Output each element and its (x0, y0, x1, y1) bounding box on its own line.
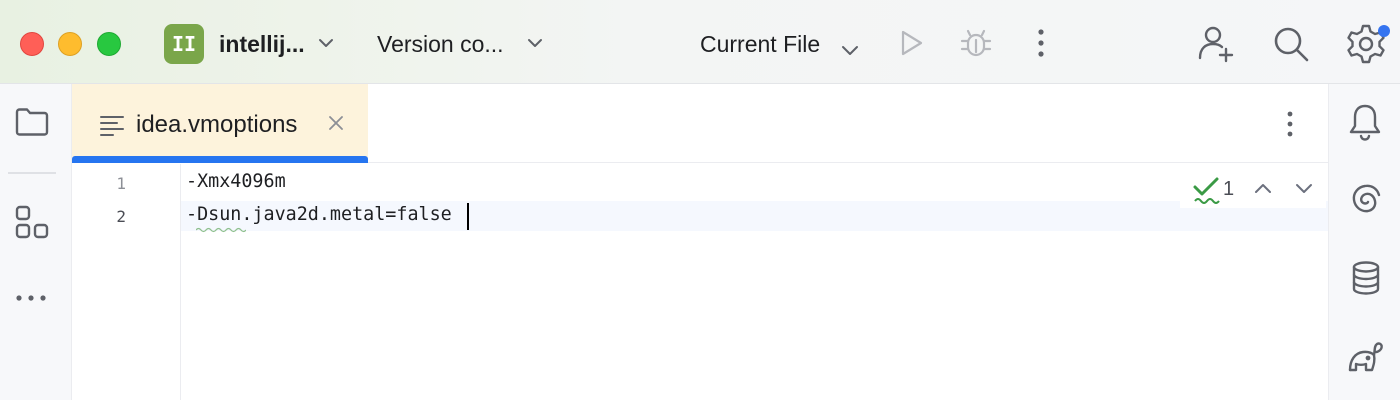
vcs-widget-label[interactable]: Version co... (377, 31, 504, 58)
folder-icon[interactable] (14, 106, 50, 138)
more-horizontal-icon[interactable] (14, 292, 50, 304)
minimize-window-button[interactable] (58, 32, 82, 56)
tab-label: idea.vmoptions (136, 111, 298, 138)
project-name[interactable]: intellij... (219, 31, 305, 58)
more-vertical-icon[interactable] (1033, 28, 1049, 60)
text-file-icon (100, 116, 124, 136)
chevron-up-icon[interactable] (1254, 182, 1272, 194)
settings-icon[interactable] (1346, 22, 1392, 66)
editor-tab-idea-vmoptions[interactable]: idea.vmoptions (72, 84, 368, 163)
chevron-down-icon[interactable] (527, 37, 543, 49)
typo-squiggle (196, 227, 246, 233)
project-badge[interactable]: II (164, 24, 204, 64)
text-caret (467, 203, 469, 230)
run-configuration-label[interactable]: Current File (700, 31, 820, 58)
left-tool-window-bar (0, 84, 72, 400)
close-icon[interactable] (328, 115, 344, 131)
ai-assistant-icon[interactable] (1349, 182, 1383, 216)
search-icon[interactable] (1272, 25, 1310, 63)
code-line[interactable]: -Xmx4096m (186, 171, 286, 192)
line-number: 2 (116, 207, 126, 226)
gradle-icon[interactable] (1347, 340, 1385, 374)
right-tool-window-bar (1328, 84, 1400, 400)
line-number-gutter[interactable]: 1 2 (72, 164, 181, 400)
debug-icon[interactable] (958, 26, 994, 60)
more-vertical-icon[interactable] (1282, 110, 1298, 140)
zoom-window-button[interactable] (97, 32, 121, 56)
inspection-count: 1 (1223, 178, 1235, 200)
active-tab-indicator (72, 156, 368, 163)
close-window-button[interactable] (20, 32, 44, 56)
chevron-down-icon[interactable] (1295, 183, 1313, 195)
database-icon[interactable] (1351, 260, 1381, 296)
toolbar-separator (8, 172, 56, 174)
editor-tab-strip: idea.vmoptions (72, 84, 1328, 163)
code-line[interactable]: -Dsun.java2d.metal=false (186, 204, 452, 225)
line-number: 1 (116, 174, 126, 193)
chevron-down-icon[interactable] (840, 44, 860, 58)
add-user-icon[interactable] (1196, 24, 1236, 64)
title-bar: II intellij... Version co... Current Fil… (0, 0, 1400, 84)
structure-icon[interactable] (14, 204, 50, 240)
notifications-icon[interactable] (1347, 102, 1383, 142)
chevron-down-icon[interactable] (318, 37, 334, 49)
inspection-check-icon[interactable] (1192, 176, 1220, 206)
run-icon[interactable] (896, 28, 926, 58)
